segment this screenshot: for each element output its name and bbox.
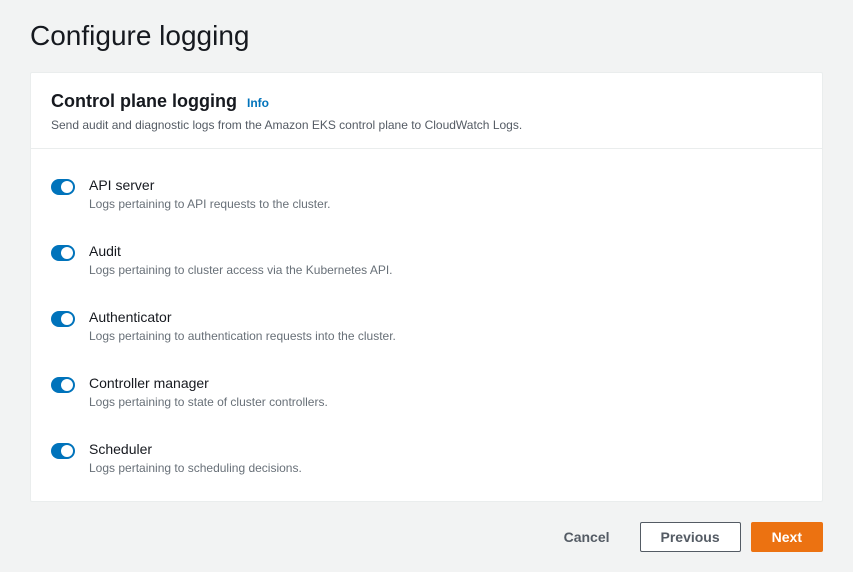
toggle-row-audit: Audit Logs pertaining to cluster access … <box>51 235 802 301</box>
cancel-button[interactable]: Cancel <box>544 523 630 551</box>
toggle-scheduler[interactable] <box>51 443 75 459</box>
next-button[interactable]: Next <box>751 522 823 552</box>
panel-body: API server Logs pertaining to API reques… <box>31 149 822 501</box>
toggle-label: API server <box>89 177 802 193</box>
previous-button[interactable]: Previous <box>640 522 741 552</box>
toggle-content: Audit Logs pertaining to cluster access … <box>89 243 802 277</box>
logging-panel: Control plane logging Info Send audit an… <box>30 72 823 502</box>
toggle-description: Logs pertaining to authentication reques… <box>89 329 802 343</box>
page-title: Configure logging <box>30 20 823 52</box>
toggle-label: Audit <box>89 243 802 259</box>
toggle-description: Logs pertaining to API requests to the c… <box>89 197 802 211</box>
panel-title-row: Control plane logging Info <box>51 91 802 112</box>
toggle-authenticator[interactable] <box>51 311 75 327</box>
toggle-row-authenticator: Authenticator Logs pertaining to authent… <box>51 301 802 367</box>
toggle-row-api-server: API server Logs pertaining to API reques… <box>51 169 802 235</box>
toggle-row-scheduler: Scheduler Logs pertaining to scheduling … <box>51 433 802 481</box>
toggle-controller-manager[interactable] <box>51 377 75 393</box>
panel-description: Send audit and diagnostic logs from the … <box>51 118 802 132</box>
panel-title: Control plane logging <box>51 91 237 112</box>
toggle-audit[interactable] <box>51 245 75 261</box>
toggle-description: Logs pertaining to scheduling decisions. <box>89 461 802 475</box>
toggle-content: API server Logs pertaining to API reques… <box>89 177 802 211</box>
panel-header: Control plane logging Info Send audit an… <box>31 73 822 149</box>
toggle-label: Controller manager <box>89 375 802 391</box>
toggle-api-server[interactable] <box>51 179 75 195</box>
toggle-label: Scheduler <box>89 441 802 457</box>
toggle-label: Authenticator <box>89 309 802 325</box>
toggle-content: Controller manager Logs pertaining to st… <box>89 375 802 409</box>
toggle-description: Logs pertaining to cluster access via th… <box>89 263 802 277</box>
toggle-content: Authenticator Logs pertaining to authent… <box>89 309 802 343</box>
footer-actions: Cancel Previous Next <box>30 522 823 552</box>
info-link[interactable]: Info <box>247 96 269 110</box>
toggle-content: Scheduler Logs pertaining to scheduling … <box>89 441 802 475</box>
toggle-description: Logs pertaining to state of cluster cont… <box>89 395 802 409</box>
toggle-row-controller-manager: Controller manager Logs pertaining to st… <box>51 367 802 433</box>
